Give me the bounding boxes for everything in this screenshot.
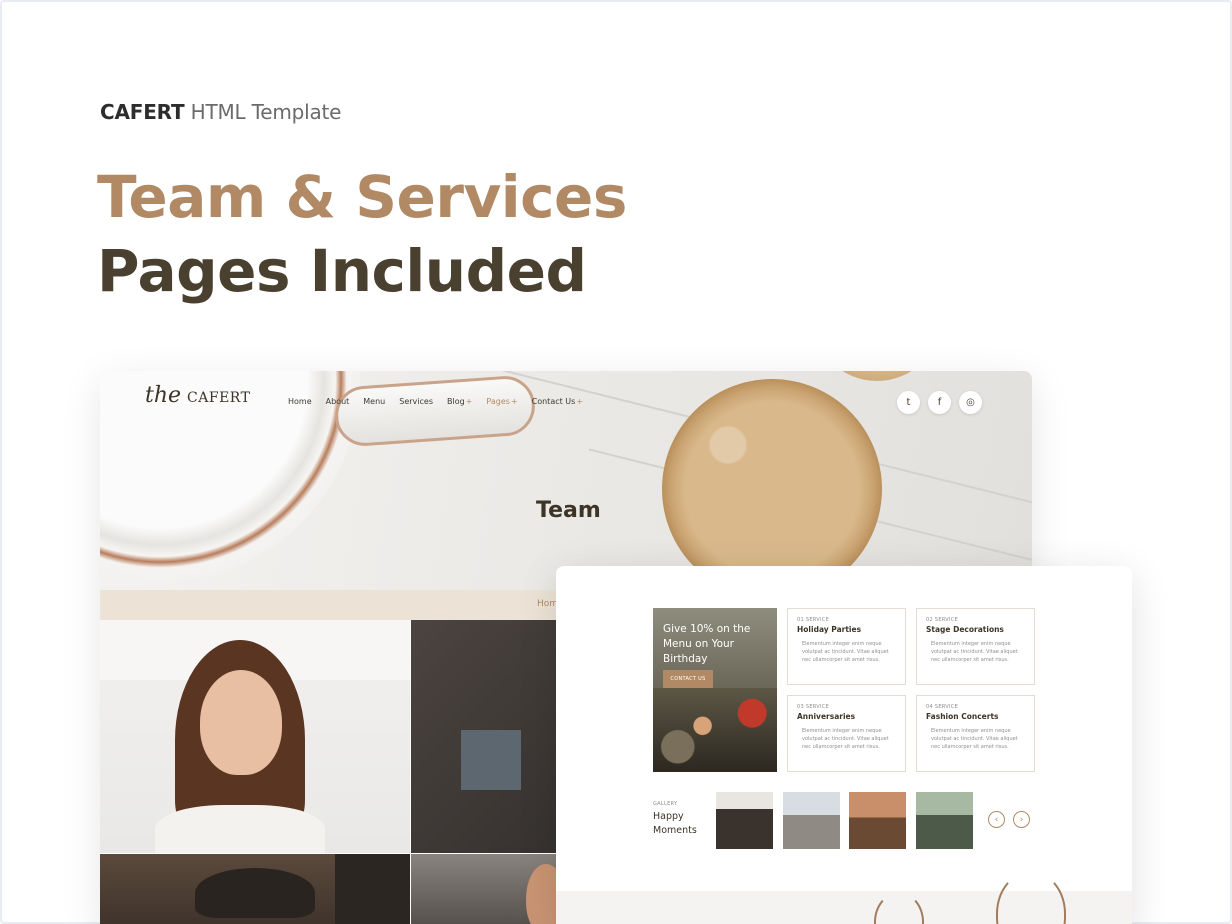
service-description: Elementum integer enim neque volutpat ac… [802, 728, 889, 750]
service-number: 02 SERVICE [926, 617, 959, 623]
nav-item-services[interactable]: Services [399, 397, 433, 406]
brand-name: CAFERT [100, 100, 185, 124]
cookie-image [662, 379, 882, 590]
brand-suffix: HTML Template [190, 100, 342, 124]
photo-background [461, 730, 521, 790]
service-description: Elementum integer enim neque volutpat ac… [931, 641, 1018, 663]
headline-line-2: Pages Included [97, 237, 587, 305]
nav-item-pages[interactable]: Pages+ [486, 397, 517, 406]
team-hero: the CAFERT Home About Menu Services Blog+ Pag… [100, 371, 1032, 590]
plus-icon: + [576, 397, 584, 406]
gallery-next-button[interactable]: › [1013, 811, 1030, 828]
social-links: t f ◎ [897, 391, 982, 414]
service-name: Holiday Parties [797, 625, 862, 634]
service-name: Fashion Concerts [926, 712, 999, 721]
nav-item-blog[interactable]: Blog+ [447, 397, 472, 406]
hat-shape [195, 868, 315, 918]
gallery-thumbnail[interactable] [849, 792, 906, 849]
nav-item-about[interactable]: About [326, 397, 350, 406]
birthday-promo: Give 10% on the Menu on Your Birthday CO… [653, 608, 777, 772]
cookie-image [812, 371, 942, 381]
site-logo[interactable]: the CAFERT [145, 383, 250, 408]
service-name: Anniversaries [797, 712, 856, 721]
page-title: Team [536, 498, 601, 523]
shirt-shape [155, 805, 325, 853]
contact-us-button[interactable]: CONTACT US [663, 670, 713, 688]
team-member-photo[interactable] [100, 620, 410, 853]
plus-icon: + [465, 397, 473, 406]
service-description: Elementum integer enim neque volutpat ac… [802, 641, 889, 663]
gallery-thumbnail[interactable] [916, 792, 973, 849]
service-card[interactable]: 03 SERVICE Anniversaries Elementum integer… [787, 695, 906, 772]
services-page-mockup: Give 10% on the Menu on Your Birthday CO… [556, 566, 1132, 924]
instagram-icon[interactable]: ◎ [959, 391, 982, 414]
service-number: 04 SERVICE [926, 704, 959, 710]
nav-item-label: Pages [486, 397, 510, 406]
brand-line: CAFERT HTML Template [100, 100, 341, 124]
breadcrumb[interactable]: Hom [537, 599, 558, 609]
promo-text: Give 10% on the Menu on Your Birthday [663, 623, 751, 665]
gallery-title: Happy Moments [653, 811, 697, 836]
nav-item-menu[interactable]: Menu [363, 397, 385, 406]
gallery-thumbnail[interactable] [783, 792, 840, 849]
nav-item-label: About [325, 397, 350, 406]
gallery-prev-button[interactable]: ‹ [988, 811, 1005, 828]
nav-item-contact-us[interactable]: Contact Us+ [532, 397, 583, 406]
service-card[interactable]: 04 SERVICE Fashion Concerts Elementum inte… [916, 695, 1035, 772]
nav-item-label: Menu [363, 397, 386, 406]
gallery-kicker: GALLERY [653, 801, 678, 807]
service-name: Stage Decorations [926, 625, 1004, 634]
nav-item-home[interactable]: Home [288, 397, 312, 406]
nav-item-label: Services [399, 397, 433, 406]
photo-background [335, 854, 410, 924]
nav-item-label: Contact Us [531, 397, 576, 406]
facebook-icon[interactable]: f [928, 391, 951, 414]
gallery-thumbnail[interactable] [716, 792, 773, 849]
onion-illustration [996, 871, 1066, 924]
face-shape [200, 670, 282, 775]
nav-item-label: Blog [446, 397, 465, 406]
twitter-icon[interactable]: t [897, 391, 920, 414]
party-photo [653, 688, 777, 772]
main-nav: Home About Menu Services Blog+ Pages+ Contact … [288, 397, 597, 406]
plus-icon: + [510, 397, 518, 406]
logo-name: CAFERT [187, 390, 251, 406]
service-card[interactable]: 01 SERVICE Holiday Parties Elementum integ… [787, 608, 906, 685]
service-number: 01 SERVICE [797, 617, 830, 623]
service-description: Elementum integer enim neque volutpat ac… [931, 728, 1018, 750]
headline-line-1: Team & Services [97, 163, 627, 231]
service-card[interactable]: 02 SERVICE Stage Decorations Elementum int… [916, 608, 1035, 685]
cup-handle-image [333, 374, 537, 448]
nav-item-label: Home [288, 397, 312, 406]
team-member-photo[interactable] [100, 854, 410, 924]
logo-script: the [145, 383, 182, 408]
service-number: 03 SERVICE [797, 704, 830, 710]
